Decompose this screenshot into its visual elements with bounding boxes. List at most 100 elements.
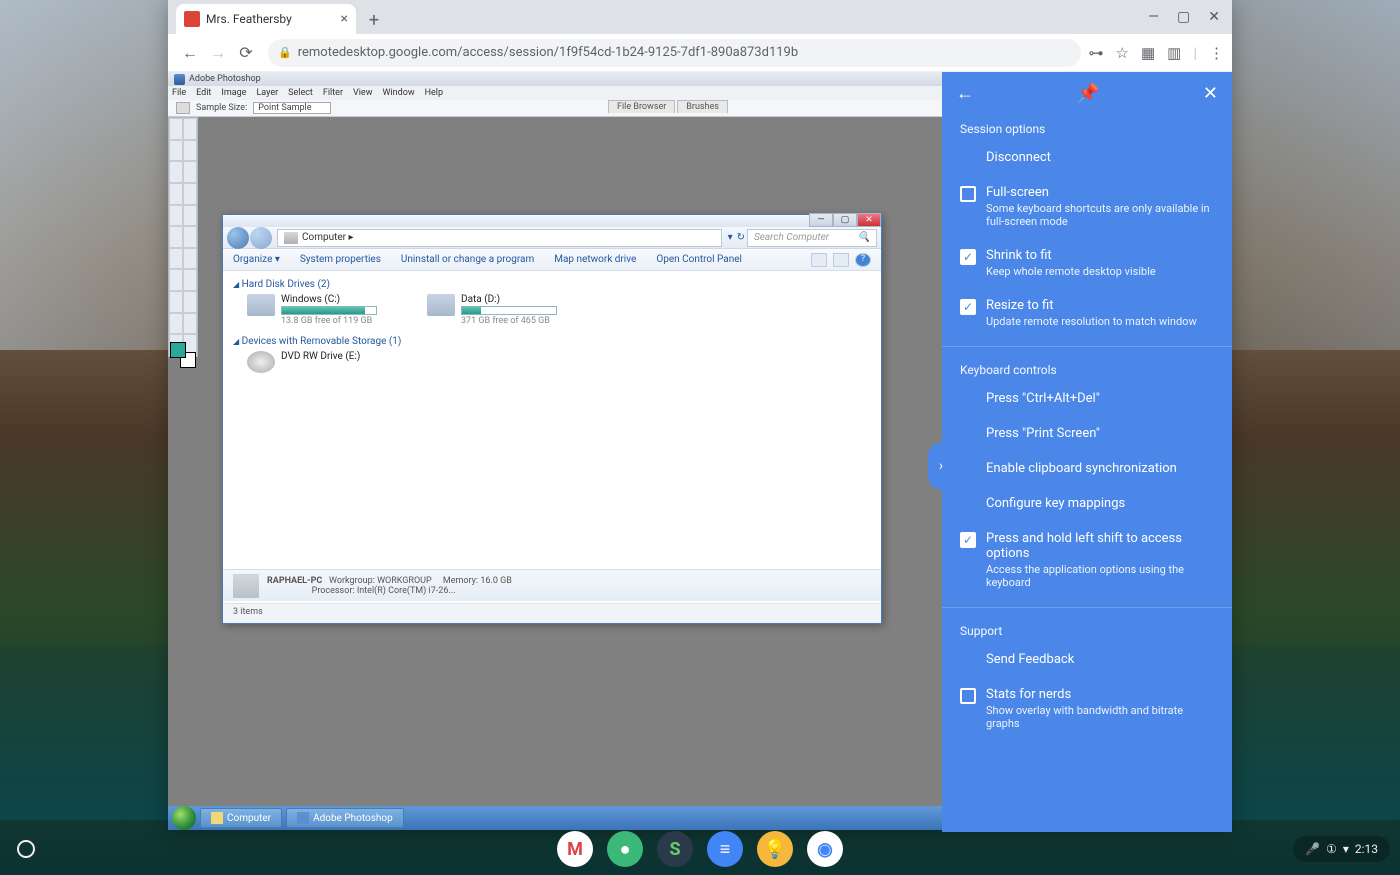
star-icon[interactable]: ☆	[1116, 44, 1129, 62]
lock-icon: 🔒	[278, 46, 292, 59]
section-header: Session options	[942, 114, 1232, 140]
minimize-button[interactable]: —	[809, 213, 833, 227]
clock: 2:13	[1355, 842, 1378, 856]
tab-strip: Mrs. Feathersby × + — ▢ ✕	[168, 0, 1232, 34]
app-icon[interactable]: M	[557, 831, 593, 867]
section-header: Support	[942, 616, 1232, 642]
photoshop-toolbox[interactable]	[168, 117, 198, 357]
search-input[interactable]: Search Computer 🔍	[747, 229, 877, 247]
minimize-icon[interactable]: —	[1148, 9, 1159, 25]
disconnect-button[interactable]: Disconnect	[942, 140, 1232, 175]
print-screen-button[interactable]: Press "Print Screen"	[942, 416, 1232, 451]
explorer-navbar: Computer ▸ ▾ ↻ Search Computer 🔍	[223, 227, 881, 249]
view-icon[interactable]	[811, 253, 827, 267]
menu-item[interactable]: Edit	[196, 88, 211, 98]
mic-icon[interactable]: 🎤	[1305, 842, 1320, 856]
explorer-window: — ▢ ✕ Computer ▸ ▾ ↻ Search Compute	[222, 214, 882, 624]
pin-icon[interactable]: 📌	[1077, 83, 1099, 104]
drive-item[interactable]: Data (D:) 371 GB free of 465 GB	[427, 294, 557, 326]
menu-item[interactable]: Filter	[323, 88, 343, 98]
extension-icon-2[interactable]: ▥	[1167, 44, 1181, 62]
system-tray[interactable]: 🎤 ① ▾ 2:13	[1293, 836, 1390, 862]
shrink-to-fit-option[interactable]: ✓Shrink to fitKeep whole remote desktop …	[942, 238, 1232, 288]
section-header: Keyboard controls	[942, 355, 1232, 381]
extension-icon[interactable]: ▦	[1141, 44, 1155, 62]
maximize-icon[interactable]: ▢	[1177, 9, 1190, 25]
toolbar-item[interactable]: Open Control Panel	[656, 254, 742, 265]
checkbox-icon[interactable]	[960, 688, 976, 704]
group-header[interactable]: ◢ Hard Disk Drives (2)	[233, 279, 871, 290]
hdd-icon	[247, 294, 275, 316]
panel-back-icon[interactable]: ←	[956, 83, 974, 104]
app-icon[interactable]: S	[657, 831, 693, 867]
explorer-details-pane: RAPHAEL-PC Workgroup: WORKGROUP Memory: …	[223, 569, 881, 601]
app-icon[interactable]: ◉	[807, 831, 843, 867]
computer-icon	[284, 232, 298, 244]
tab-close-icon[interactable]: ×	[341, 11, 348, 27]
help-icon[interactable]: ?	[855, 253, 871, 267]
app-icon[interactable]: ≡	[707, 831, 743, 867]
fullscreen-option[interactable]: Full-screenSome keyboard shortcuts are o…	[942, 175, 1232, 238]
drive-item[interactable]: Windows (C:) 13.8 GB free of 119 GB	[247, 294, 377, 326]
reload-button[interactable]: ⟳	[232, 39, 260, 67]
tab-title: Mrs. Feathersby	[206, 12, 292, 26]
checkbox-icon[interactable]: ✓	[960, 249, 976, 265]
menu-item[interactable]: File	[172, 88, 186, 98]
toolbar-item[interactable]: Map network drive	[554, 254, 636, 265]
menu-item[interactable]: Image	[221, 88, 246, 98]
drive-item[interactable]: DVD RW Drive (E:)	[247, 351, 360, 373]
panel-collapse-button[interactable]: ›	[928, 442, 954, 490]
toolbar-item[interactable]: Organize ▾	[233, 254, 280, 265]
key-mappings-button[interactable]: Configure key mappings	[942, 486, 1232, 521]
url-text: remotedesktop.google.com/access/session/…	[298, 45, 798, 60]
dvd-icon	[247, 351, 275, 373]
menu-item[interactable]: Select	[288, 88, 313, 98]
checkbox-icon[interactable]	[960, 186, 976, 202]
group-header[interactable]: ◢ Devices with Removable Storage (1)	[233, 336, 871, 347]
send-feedback-button[interactable]: Send Feedback	[942, 642, 1232, 677]
explorer-toolbar: Organize ▾ System properties Uninstall o…	[223, 249, 881, 271]
search-icon: 🔍	[858, 232, 870, 243]
chromeos-shelf: M ● S ≡ 💡 ◉ 🎤 ① ▾ 2:13	[0, 823, 1400, 875]
key-icon[interactable]: ⊶	[1089, 44, 1104, 62]
toolbar-item[interactable]: Uninstall or change a program	[401, 254, 534, 265]
menu-item[interactable]: View	[353, 88, 372, 98]
color-swatch[interactable]	[170, 342, 196, 368]
back-button[interactable]: ←	[176, 39, 204, 67]
panel-close-icon[interactable]: ✕	[1203, 83, 1218, 104]
explorer-titlebar[interactable]: — ▢ ✕	[223, 215, 881, 227]
menu-item[interactable]: Window	[382, 88, 414, 98]
left-shift-option[interactable]: ✓Press and hold left shift to access opt…	[942, 521, 1232, 599]
forward-button[interactable]	[250, 227, 272, 249]
checkbox-icon[interactable]: ✓	[960, 532, 976, 548]
browser-tab[interactable]: Mrs. Feathersby ×	[176, 4, 356, 34]
app-icon[interactable]: 💡	[757, 831, 793, 867]
stats-for-nerds-option[interactable]: Stats for nerdsShow overlay with bandwid…	[942, 677, 1232, 740]
view-icon[interactable]	[833, 253, 849, 267]
resize-to-fit-option[interactable]: ✓Resize to fitUpdate remote resolution t…	[942, 288, 1232, 338]
toolbar-item[interactable]: System properties	[300, 254, 381, 265]
maximize-button[interactable]: ▢	[833, 213, 857, 227]
checkbox-icon[interactable]: ✓	[960, 299, 976, 315]
close-icon[interactable]: ✕	[1208, 9, 1220, 25]
menu-item[interactable]: Layer	[256, 88, 278, 98]
palette-tab[interactable]: File Browser	[608, 100, 675, 113]
ctrl-alt-del-button[interactable]: Press "Ctrl+Alt+Del"	[942, 381, 1232, 416]
new-tab-button[interactable]: +	[360, 6, 388, 34]
breadcrumb[interactable]: Computer ▸	[277, 229, 722, 247]
clipboard-sync-button[interactable]: Enable clipboard synchronization	[942, 451, 1232, 486]
launcher-button[interactable]	[6, 829, 46, 869]
eyedropper-icon[interactable]	[176, 102, 190, 114]
url-input[interactable]: 🔒 remotedesktop.google.com/access/sessio…	[268, 39, 1081, 67]
palette-tab[interactable]: Brushes	[677, 100, 728, 113]
menu-item[interactable]: Help	[425, 88, 443, 98]
computer-icon	[233, 574, 259, 598]
notification-icon[interactable]: ①	[1326, 842, 1337, 856]
menu-icon[interactable]: ⋮	[1209, 44, 1224, 62]
address-bar: ← → ⟳ 🔒 remotedesktop.google.com/access/…	[168, 34, 1232, 72]
app-icon[interactable]: ●	[607, 831, 643, 867]
close-button[interactable]: ✕	[857, 213, 881, 227]
back-button[interactable]	[227, 227, 249, 249]
hdd-icon	[427, 294, 455, 316]
sample-size-select[interactable]: Point Sample	[253, 102, 330, 114]
